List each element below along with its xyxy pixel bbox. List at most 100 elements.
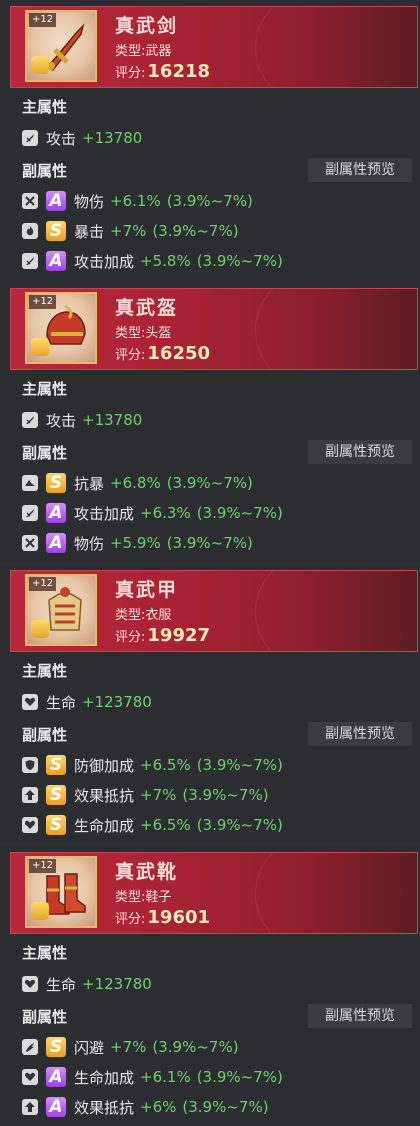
- sub-attr-row: S 闪避 +7% (3.9%~7%): [22, 1036, 239, 1058]
- equipment-name: 真武盔: [115, 297, 179, 319]
- sub-attr-range: (3.9%~7%): [166, 534, 253, 552]
- grade-badge-icon: A: [46, 503, 66, 523]
- sub-attr-name: 物伤: [74, 192, 105, 211]
- sub-attr-preview-button[interactable]: 副属性预览: [308, 440, 412, 464]
- sub-attr-value: +6.5%: [140, 816, 191, 834]
- sub-attr-row: A 效果抵抗 +6% (3.9%~7%): [22, 1096, 269, 1118]
- equipment-type: 类型:鞋子: [115, 886, 171, 905]
- equipment-card[interactable]: +12 真武盔 类型:头盔 评分: 16250 主属性 攻击 +13780 副属性 副属性预览 S 抗…: [0, 282, 420, 562]
- sub-attr-row: A 生命加成 +6.1% (3.9%~7%): [22, 1066, 283, 1088]
- sub-attr-name: 闪避: [74, 1038, 105, 1057]
- equipment-type: 类型:武器: [115, 40, 171, 59]
- sub-attr-row: S 防御加成 +6.5% (3.9%~7%): [22, 754, 283, 776]
- heart-icon: [22, 694, 38, 710]
- equipment-header: +12 真武甲类型:衣服评分: 19927: [10, 570, 418, 652]
- sub-attr-value: +6.1%: [110, 192, 161, 210]
- main-attr-name: 攻击: [46, 411, 77, 430]
- score-label: 评分:: [115, 348, 146, 363]
- sub-attr-name: 生命加成: [74, 816, 135, 835]
- grade-badge-icon: S: [46, 1037, 66, 1057]
- sub-attr-title: 副属性: [22, 726, 68, 744]
- equipment-name: 真武剑: [115, 15, 179, 37]
- score-value: 19601: [147, 907, 211, 928]
- sub-attr-title: 副属性: [22, 444, 68, 462]
- sub-attr-preview-button[interactable]: 副属性预览: [308, 158, 412, 182]
- main-attr-value: +13780: [82, 129, 143, 147]
- equipment-header: +12 真武盔类型:头盔评分: 16250: [10, 288, 418, 370]
- sub-attr-range: (3.9%~7%): [182, 786, 269, 804]
- main-attr-title: 主属性: [22, 662, 68, 680]
- type-value: 衣服: [145, 608, 172, 623]
- sub-attr-value: +6.1%: [140, 1068, 191, 1086]
- sub-attr-preview-button[interactable]: 副属性预览: [308, 722, 412, 746]
- equipment-icon[interactable]: +12: [25, 574, 97, 646]
- sub-attr-value: +5.8%: [140, 252, 191, 270]
- sub-attr-row: A 攻击加成 +6.3% (3.9%~7%): [22, 502, 283, 524]
- equipment-name: 真武靴: [115, 861, 179, 883]
- main-attr-value: +13780: [82, 411, 143, 429]
- shield-icon: [22, 757, 38, 773]
- equipment-card[interactable]: +12 真武靴 类型:鞋子 评分: 19601 主属性 生命 +123780 副属性 副属性预览 S…: [0, 846, 420, 1126]
- heart-icon: [22, 976, 38, 992]
- main-attr-title: 主属性: [22, 98, 68, 116]
- sub-attr-value: +7%: [110, 1038, 147, 1056]
- sub-attr-range: (3.9%~7%): [196, 504, 283, 522]
- sub-attr-row: S 生命加成 +6.5% (3.9%~7%): [22, 814, 283, 836]
- score-value: 16250: [147, 343, 211, 364]
- main-attr-row: 攻击 +13780: [22, 409, 142, 431]
- main-attr-title: 主属性: [22, 380, 68, 398]
- equipment-icon[interactable]: +12: [25, 856, 97, 928]
- grade-badge-icon: A: [46, 533, 66, 553]
- main-attr-name: 生命: [46, 975, 77, 994]
- attack-icon: [22, 253, 38, 269]
- equipment-list: +12 真武剑 类型:武器 评分: 16218 主属性 攻击 +13780 副属性 副属性预览 A 物…: [0, 0, 420, 1126]
- sub-attr-name: 攻击加成: [74, 252, 135, 271]
- grade-badge-icon: S: [46, 815, 66, 835]
- sub-attr-title: 副属性: [22, 162, 68, 180]
- main-attr-row: 生命 +123780: [22, 691, 152, 713]
- grade-badge-icon: S: [46, 221, 66, 241]
- sub-attr-range: (3.9%~7%): [196, 816, 283, 834]
- sub-attr-preview-button[interactable]: 副属性预览: [308, 1004, 412, 1028]
- sub-attr-value: +7%: [110, 222, 147, 240]
- grade-badge-icon: S: [46, 755, 66, 775]
- sub-attr-range: (3.9%~7%): [166, 192, 253, 210]
- equipment-icon[interactable]: +12: [25, 10, 97, 82]
- equipment-card[interactable]: +12 真武甲类型:衣服评分: 19927 主属性生命 +123780 副属性 副属性预览 S…: [0, 564, 420, 844]
- sub-attr-name: 物伤: [74, 534, 105, 553]
- sub-attr-name: 攻击加成: [74, 504, 135, 523]
- type-label: 类型:: [115, 608, 146, 623]
- equipment-score: 评分: 16250: [115, 343, 210, 364]
- sub-attr-range: (3.9%~7%): [182, 1098, 269, 1116]
- enhance-level-badge: +12: [29, 295, 57, 309]
- sub-attr-range: (3.9%~7%): [196, 1068, 283, 1086]
- sub-attr-row: A 物伤 +5.9% (3.9%~7%): [22, 532, 253, 554]
- grade-badge-icon: A: [46, 1097, 66, 1117]
- type-value: 武器: [145, 44, 172, 59]
- sub-attr-range: (3.9%~7%): [152, 222, 239, 240]
- equipment-score: 评分: 16218: [115, 61, 210, 82]
- arrow-up-icon: [22, 1099, 38, 1115]
- sub-attr-row: S 暴击 +7% (3.9%~7%): [22, 220, 239, 242]
- type-label: 类型:: [115, 326, 146, 341]
- grade-badge-icon: S: [46, 473, 66, 493]
- flame-icon: [22, 223, 38, 239]
- grade-badge-icon: A: [46, 251, 66, 271]
- equipment-card[interactable]: +12 真武剑 类型:武器 评分: 16218 主属性 攻击 +13780 副属性 副属性预览 A 物…: [0, 0, 420, 280]
- crossed-swords-icon: [22, 193, 38, 209]
- heart-icon: [22, 1069, 38, 1085]
- heart-icon: [22, 817, 38, 833]
- attack-icon: [22, 412, 38, 428]
- sub-attr-range: (3.9%~7%): [152, 1038, 239, 1056]
- attack-icon: [22, 505, 38, 521]
- type-label: 类型:: [115, 44, 146, 59]
- main-attr-row: 生命 +123780: [22, 973, 152, 995]
- equipment-icon[interactable]: +12: [25, 292, 97, 364]
- rank-s-icon: [31, 620, 49, 638]
- equipment-name: 真武甲: [115, 579, 179, 601]
- sub-attr-range: (3.9%~7%): [166, 474, 253, 492]
- sub-attr-value: +6%: [140, 1098, 177, 1116]
- sub-attr-name: 效果抵抗: [74, 1098, 135, 1117]
- type-value: 头盔: [145, 326, 172, 341]
- equipment-score: 评分: 19927: [115, 625, 210, 646]
